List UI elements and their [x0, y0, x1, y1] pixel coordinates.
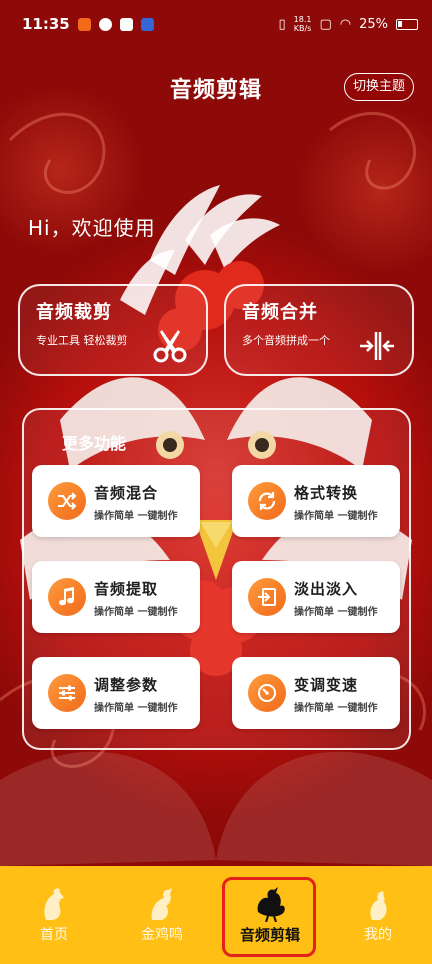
audio-extract-card[interactable]: 音频提取 操作简单 一键制作: [32, 561, 200, 633]
nav-label: 金鸡鸣: [141, 927, 183, 943]
status-right: ▯ 18.1 KB/s ▢ ◠ 25%: [278, 15, 418, 33]
merge-icon: [360, 332, 394, 360]
function-name: 淡出淡入: [294, 580, 359, 598]
import-icon: [248, 578, 286, 616]
sliders-icon: [48, 674, 86, 712]
notification-app-icon: [98, 17, 112, 31]
bottom-navigation: 首页 金鸡鸣 音频剪辑 我的: [0, 866, 432, 964]
notification-app-icon: [140, 17, 154, 31]
network-speed: 18.1 KB/s: [294, 15, 312, 33]
function-name: 变调变速: [294, 676, 359, 694]
greeting-text: Hi，欢迎使用: [28, 216, 156, 240]
status-left: 11:35: [22, 15, 154, 33]
nav-item-home[interactable]: 首页: [0, 866, 108, 964]
music-note-icon: [48, 578, 86, 616]
network-speed-value: 18.1: [293, 15, 312, 24]
notification-app-icon: [77, 17, 91, 31]
status-time: 11:35: [22, 15, 70, 33]
speed-icon: [248, 674, 286, 712]
function-name: 格式转换: [294, 484, 359, 502]
rooster-crow-icon: [151, 888, 172, 920]
function-name: 音频提取: [94, 580, 159, 598]
format-convert-card[interactable]: 格式转换 操作简单 一键制作: [232, 465, 400, 537]
rooster-home-icon: [44, 888, 64, 920]
more-functions-title: 更多功能: [62, 434, 127, 453]
audio-mix-card[interactable]: 音频混合 操作简单 一键制作: [32, 465, 200, 537]
audio-trim-card[interactable]: 音频裁剪 专业工具 轻松裁剪: [18, 284, 208, 376]
function-desc: 操作简单 一键制作: [94, 607, 178, 618]
notification-app-icon: [119, 17, 133, 31]
audio-trim-title: 音频裁剪: [36, 302, 112, 323]
audio-merge-title: 音频合并: [242, 302, 318, 323]
status-bar: 11:35 ▯ 18.1 KB/s ▢ ◠ 25%: [0, 0, 432, 48]
function-desc: 操作简单 一键制作: [94, 703, 178, 714]
wifi-icon: ◠: [339, 16, 352, 32]
battery-percent: 25%: [359, 16, 388, 32]
nav-label: 我的: [364, 927, 392, 943]
pitch-speed-card[interactable]: 变调变速 操作简单 一键制作: [232, 657, 400, 729]
nav-label: 首页: [40, 927, 68, 943]
function-desc: 操作简单 一键制作: [294, 703, 378, 714]
scissors-icon: [153, 330, 187, 363]
function-name: 音频混合: [94, 484, 159, 502]
nav-item-golden-rooster[interactable]: 金鸡鸣: [108, 866, 216, 964]
shuffle-icon: [48, 482, 86, 520]
fade-in-out-card[interactable]: 淡出淡入 操作简单 一键制作: [232, 561, 400, 633]
vibrate-icon: ▯: [278, 16, 286, 32]
refresh-icon: [248, 482, 286, 520]
rooster-profile-icon: [370, 891, 387, 920]
function-name: 调整参数: [94, 676, 159, 694]
nav-item-profile[interactable]: 我的: [324, 866, 432, 964]
battery-icon: [396, 18, 418, 30]
function-desc: 操作简单 一键制作: [94, 511, 178, 522]
active-tab-highlight: [222, 877, 316, 957]
audio-merge-card[interactable]: 音频合并 多个音频拼成一个: [224, 284, 414, 376]
adjust-params-card[interactable]: 调整参数 操作简单 一键制作: [32, 657, 200, 729]
network-speed-unit: KB/s: [293, 24, 312, 33]
function-desc: 操作简单 一键制作: [294, 511, 378, 522]
sim-icon: ▢: [319, 16, 332, 32]
switch-theme-button[interactable]: 切换主题: [343, 73, 414, 101]
function-desc: 操作简单 一键制作: [294, 607, 378, 618]
